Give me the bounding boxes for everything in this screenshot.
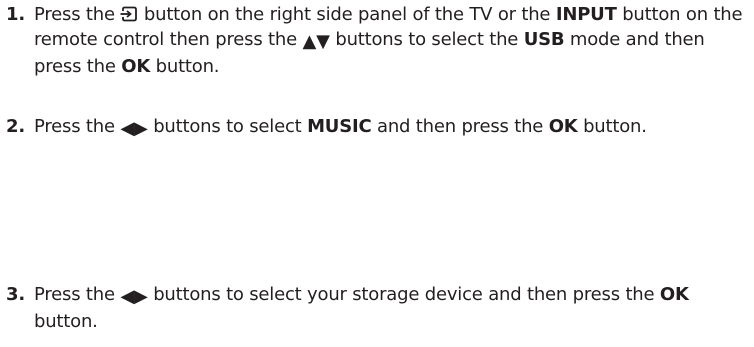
text-segment: button. xyxy=(150,56,220,77)
left-arrow-icon: ◀ xyxy=(120,118,135,139)
menu-name-music: MUSIC xyxy=(307,116,372,137)
text-segment: button. xyxy=(577,116,647,137)
text-segment: buttons to select the xyxy=(329,29,524,50)
instruction-step-3: 3. Press the ◀▶ buttons to select your s… xyxy=(6,282,752,334)
left-arrow-icon: ◀ xyxy=(120,286,135,307)
up-arrow-icon: ▲ xyxy=(302,31,317,52)
down-arrow-icon: ▼ xyxy=(316,31,330,52)
step-number: 1. xyxy=(6,4,25,25)
text-segment: button. xyxy=(34,311,98,332)
step-number: 3. xyxy=(6,284,25,305)
text-segment: Press the xyxy=(34,284,121,305)
instruction-step-1: 1. Press the button on the right side pa… xyxy=(6,2,752,79)
right-arrow-icon: ▶ xyxy=(134,118,148,139)
text-segment: buttons to select xyxy=(147,116,308,137)
input-source-icon xyxy=(120,6,138,22)
mode-name-usb: USB xyxy=(523,29,565,50)
button-name-ok: OK xyxy=(121,56,151,77)
instruction-step-2: 2. Press the ◀▶ buttons to select MUSIC … xyxy=(6,114,752,141)
text-segment: buttons to select your storage device an… xyxy=(147,284,660,305)
text-segment: button on the right side panel of the TV… xyxy=(138,4,556,25)
step-text: Press the ◀▶ buttons to select MUSIC and… xyxy=(34,114,752,141)
step-number: 2. xyxy=(6,116,25,137)
right-arrow-icon: ▶ xyxy=(134,286,148,307)
step-text: Press the button on the right side panel… xyxy=(34,2,752,79)
step-text: Press the ◀▶ buttons to select your stor… xyxy=(34,282,752,334)
text-segment: Press the xyxy=(34,4,121,25)
button-name-input: INPUT xyxy=(555,4,617,25)
text-segment: Press the xyxy=(34,116,121,137)
text-segment: and then press the xyxy=(371,116,549,137)
button-name-ok: OK xyxy=(548,116,578,137)
button-name-ok: OK xyxy=(659,284,689,305)
